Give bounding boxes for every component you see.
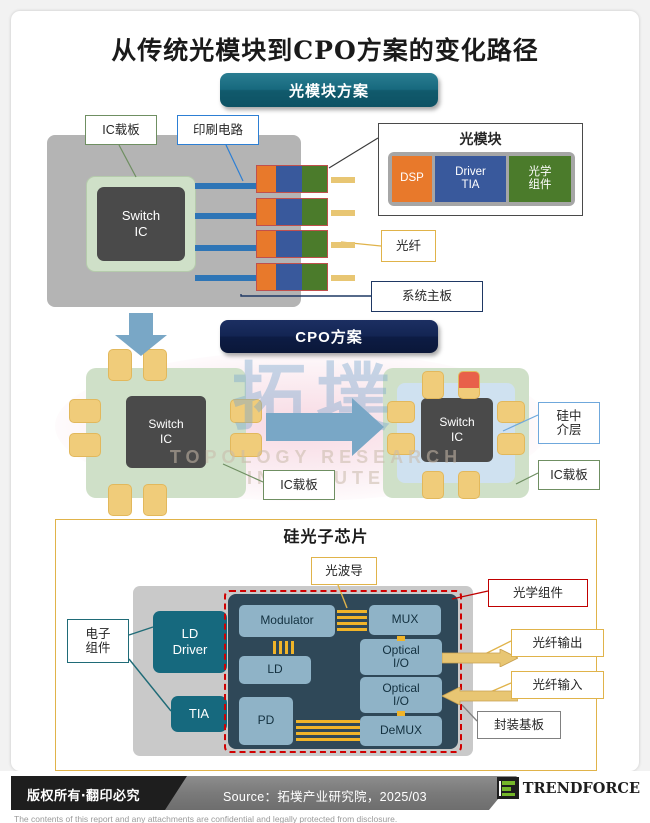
optics-line2: 组件 [528, 179, 552, 191]
fiber-pigtail [331, 242, 355, 248]
module-seg-driver [276, 264, 302, 290]
cpo-pad [497, 401, 525, 423]
label-silicon-interposer: 硅中 介层 [538, 402, 600, 444]
section-pill-optical-module: 光模块方案 [220, 73, 438, 107]
pcb-trace [195, 245, 257, 251]
label-ic-substrate-1: IC载板 [85, 115, 157, 145]
optical-module-unit [256, 230, 328, 258]
cpo-pad [143, 484, 167, 516]
optical-module-blocks: DSP Driver TIA 光学 组件 [388, 152, 575, 206]
switch-ic-die-3: Switch IC [421, 398, 493, 462]
optical-module-unit [256, 198, 328, 226]
optical-module-unit [256, 263, 328, 291]
label-waveguide: 光波导 [311, 557, 377, 585]
switch-ic-line2: IC [451, 430, 463, 444]
label-fiber-output: 光纤输出 [511, 629, 604, 657]
label-electronic-components: 电子 组件 [67, 619, 129, 663]
optical-module-detail-box: 光模块 DSP Driver TIA 光学 组件 [378, 123, 583, 216]
cpo-pad [69, 399, 101, 423]
cpo-pad [422, 371, 444, 399]
fiber-pigtail [331, 210, 355, 216]
trendforce-logo: TRENDFORCE [496, 776, 640, 800]
slide-page: 从传统光模块到CPO方案的变化路径 光模块方案 Switch IC 光模块 DS… [0, 0, 650, 823]
block-optical-components: 光学 组件 [509, 156, 571, 202]
cpo-pad [230, 399, 262, 423]
footer-disclaimer: The contents of this report and any atta… [14, 814, 398, 823]
label-ic-substrate-3: IC载板 [538, 460, 600, 490]
module-seg-driver [276, 166, 302, 192]
module-seg-optics [302, 231, 327, 257]
switch-ic-die-1: Switch IC [97, 187, 185, 261]
interposer-line2: 介层 [556, 423, 582, 437]
cpo-pad [422, 471, 444, 499]
pcb-trace [195, 213, 257, 219]
switch-ic-line1: Switch [121, 207, 161, 223]
label-optical-components: 光学组件 [488, 579, 588, 607]
label-system-board: 系统主板 [371, 281, 483, 312]
pcb-trace [195, 275, 257, 281]
cpo-pad [387, 401, 415, 423]
switch-ic-line2: IC [134, 224, 148, 239]
ld-driver-line1: LD [181, 626, 199, 642]
page-title: 从传统光模块到CPO方案的变化路径 [111, 36, 539, 65]
optics-line1: 光学 [528, 165, 552, 178]
elec-line1: 电子 [85, 626, 111, 641]
section-pill-cpo: CPO方案 [220, 320, 438, 353]
cpo-pad [387, 433, 415, 455]
driver-line1: Driver [455, 165, 486, 178]
switch-ic-line1: Switch [148, 417, 184, 431]
block-driver-tia: Driver TIA [435, 156, 506, 202]
driver-line2: TIA [461, 179, 480, 191]
tia-block: TIA [171, 696, 227, 732]
tia-label: TIA [188, 706, 210, 722]
fiber-pigtail [331, 275, 355, 281]
cpo-pad [497, 433, 525, 455]
fiber-input-arrow [442, 687, 518, 705]
block-dsp: DSP [392, 156, 432, 202]
module-seg-dsp [257, 264, 276, 290]
label-fiber: 光纤 [381, 230, 436, 262]
trendforce-wordmark: TRENDFORCE [522, 779, 640, 797]
cpo-pad [230, 433, 262, 457]
cpo-pad [69, 433, 101, 457]
ld-driver-line2: Driver [172, 642, 208, 657]
label-package-substrate: 封装基板 [477, 711, 561, 739]
footer-copyright: 版权所有‧翻印必究 [27, 788, 141, 803]
transition-arrow-down [115, 313, 167, 356]
cpo-pad-highlighted [458, 371, 480, 399]
footer: Source：拓墣产业研究院，2025/03 版权所有‧翻印必究 TRENDFO… [0, 771, 650, 823]
label-fiber-input: 光纤输入 [511, 671, 604, 699]
cpo-pad [458, 471, 480, 499]
optical-module-unit [256, 165, 328, 193]
module-seg-dsp [257, 199, 276, 225]
module-seg-optics [302, 199, 327, 225]
interposer-line1: 硅中 [556, 408, 582, 423]
fiber-output-arrow [442, 649, 518, 667]
transition-arrow-right [266, 398, 384, 456]
module-seg-driver [276, 199, 302, 225]
module-seg-dsp [257, 231, 276, 257]
slide-card: 从传统光模块到CPO方案的变化路径 光模块方案 Switch IC 光模块 DS… [11, 11, 639, 771]
silicon-photonics-title: 硅光子芯片 [283, 529, 369, 546]
module-seg-dsp [257, 166, 276, 192]
module-seg-optics [302, 264, 327, 290]
module-seg-driver [276, 231, 302, 257]
trendforce-mark-icon [496, 777, 519, 799]
module-seg-optics [302, 166, 327, 192]
label-pcb: 印刷电路 [177, 115, 259, 145]
switch-ic-line2: IC [160, 432, 172, 446]
fiber-pigtail [331, 177, 355, 183]
pcb-trace [195, 183, 257, 189]
switch-ic-die-2: Switch IC [126, 396, 206, 468]
cpo-pad [108, 484, 132, 516]
elec-line2: 组件 [85, 641, 111, 655]
optical-components-boundary [224, 590, 462, 753]
switch-ic-line1: Switch [439, 415, 475, 429]
ld-driver-block: LD Driver [153, 611, 227, 673]
optical-module-caption: 光模块 [459, 131, 502, 147]
label-ic-substrate-2: IC载板 [263, 470, 335, 500]
